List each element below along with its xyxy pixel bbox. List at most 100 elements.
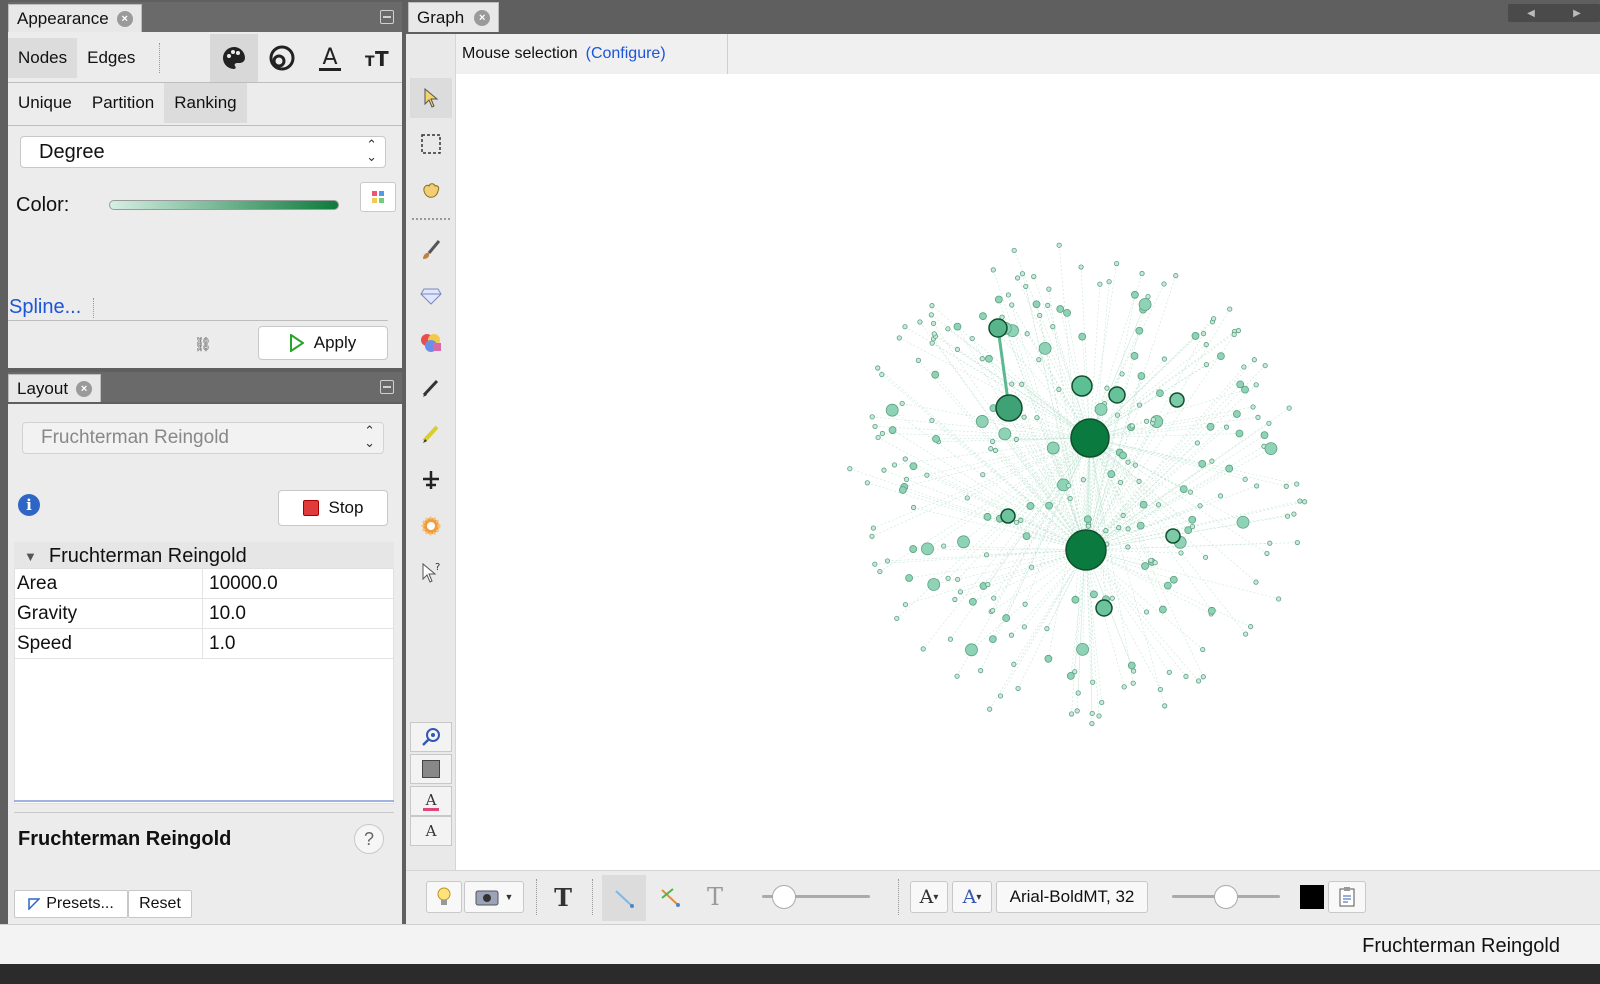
- graph-node[interactable]: [921, 542, 934, 556]
- graph-node[interactable]: [1157, 686, 1163, 693]
- graph-node[interactable]: [1067, 495, 1073, 502]
- node-labels-icon[interactable]: T: [548, 881, 578, 913]
- graph-node[interactable]: [1206, 422, 1215, 431]
- graph-node[interactable]: [983, 512, 992, 521]
- graph-node[interactable]: [1302, 499, 1308, 505]
- graph-node[interactable]: [1066, 483, 1072, 489]
- graph-node[interactable]: [985, 354, 993, 363]
- graph-node[interactable]: [1200, 331, 1207, 337]
- graph-hub-node[interactable]: [1108, 386, 1126, 404]
- tab-ranking[interactable]: Ranking: [164, 83, 247, 123]
- configure-link[interactable]: (Configure): [586, 45, 666, 62]
- graph-node[interactable]: [1217, 493, 1224, 499]
- graph-node[interactable]: [1116, 525, 1122, 531]
- graph-node[interactable]: [1232, 410, 1241, 418]
- graph-node[interactable]: [1223, 424, 1230, 430]
- graph-node[interactable]: [1294, 481, 1300, 487]
- property-value[interactable]: 10000.0: [203, 569, 278, 598]
- graph-node[interactable]: [898, 486, 907, 494]
- graph-node[interactable]: [1038, 342, 1052, 355]
- graph-hub-node[interactable]: [1070, 418, 1110, 458]
- graph-node[interactable]: [1130, 680, 1136, 686]
- graph-node[interactable]: [1264, 550, 1270, 557]
- graph-node[interactable]: [1248, 624, 1254, 630]
- apply-button[interactable]: Apply: [258, 326, 388, 360]
- palette-icon[interactable]: [210, 34, 258, 82]
- ranking-attribute-select[interactable]: Degree ⌃ ⌄: [20, 136, 386, 168]
- graph-canvas[interactable]: [456, 74, 1600, 870]
- graph-node[interactable]: [879, 430, 885, 437]
- tab-nodes[interactable]: Nodes: [8, 38, 78, 78]
- tab-edges[interactable]: Edges: [77, 38, 145, 78]
- graph-node[interactable]: [941, 543, 947, 549]
- graph-node[interactable]: [985, 581, 991, 588]
- graph-node[interactable]: [1005, 292, 1011, 298]
- graph-node[interactable]: [1286, 405, 1292, 411]
- graph-node[interactable]: [988, 446, 994, 452]
- graph-node[interactable]: [1029, 564, 1035, 570]
- graph-node[interactable]: [1127, 661, 1136, 670]
- graph-node[interactable]: [1236, 380, 1245, 389]
- graph-node[interactable]: [1022, 532, 1031, 540]
- graph-node[interactable]: [1106, 279, 1112, 285]
- graph-node[interactable]: [1114, 412, 1121, 418]
- graph-node[interactable]: [872, 423, 878, 430]
- graph-node[interactable]: [964, 495, 970, 501]
- graph-node[interactable]: [902, 324, 908, 330]
- graph-node[interactable]: [1045, 302, 1051, 308]
- graph-node[interactable]: [1080, 477, 1086, 483]
- layout-algorithm-select[interactable]: Fruchterman Reingold ⌃ ⌄: [22, 422, 384, 454]
- graph-node[interactable]: [1044, 654, 1053, 663]
- graph-node[interactable]: [1078, 332, 1087, 341]
- graph-node[interactable]: [888, 426, 897, 434]
- graph-node[interactable]: [1253, 382, 1259, 388]
- lightbulb-icon[interactable]: [426, 881, 462, 913]
- graph-node[interactable]: [864, 480, 870, 486]
- graph-node[interactable]: [1024, 331, 1030, 337]
- graph-node[interactable]: [1197, 503, 1203, 509]
- shortest-path-icon[interactable]: [410, 460, 452, 500]
- graph-node[interactable]: [1166, 669, 1172, 675]
- graph-node[interactable]: [1158, 605, 1167, 614]
- graph-node[interactable]: [1130, 352, 1139, 360]
- tab-partition[interactable]: Partition: [82, 83, 164, 123]
- graph-node[interactable]: [1251, 357, 1257, 363]
- graph-node[interactable]: [931, 331, 937, 337]
- graph-node[interactable]: [1211, 316, 1217, 322]
- rectangle-select-icon[interactable]: [410, 124, 452, 164]
- graph-node[interactable]: [1120, 512, 1126, 519]
- graph-hub-node[interactable]: [995, 394, 1023, 422]
- graph-node[interactable]: [1009, 302, 1015, 308]
- graph-node[interactable]: [1137, 372, 1146, 380]
- edge-scale-slider[interactable]: [762, 885, 870, 909]
- graph-node[interactable]: [1200, 646, 1206, 653]
- graph-node[interactable]: [847, 466, 853, 472]
- graph-node[interactable]: [954, 673, 960, 679]
- graph-node[interactable]: [1227, 306, 1233, 312]
- font-selector[interactable]: Arial-BoldMT, 32: [996, 881, 1148, 913]
- graph-node[interactable]: [1203, 342, 1209, 348]
- graph-hub-node[interactable]: [1071, 375, 1093, 397]
- graph-node[interactable]: [1255, 414, 1261, 420]
- graph-node[interactable]: [1117, 479, 1124, 486]
- graph-node[interactable]: [1063, 308, 1071, 317]
- graph-node[interactable]: [957, 535, 970, 549]
- color-painter-icon[interactable]: [410, 322, 452, 362]
- graph-node[interactable]: [1056, 386, 1062, 393]
- graph-node[interactable]: [988, 635, 997, 644]
- graph-node[interactable]: [1141, 562, 1149, 570]
- graph-node[interactable]: [998, 427, 1012, 441]
- graph-node[interactable]: [980, 472, 986, 478]
- graph-node[interactable]: [1011, 661, 1017, 667]
- graph-node[interactable]: [1143, 418, 1150, 424]
- graph-node[interactable]: [952, 596, 958, 603]
- label-font-icon[interactable]: A: [410, 816, 452, 846]
- graph-node[interactable]: [1242, 476, 1248, 482]
- graph-node[interactable]: [1075, 690, 1081, 696]
- zoom-center-icon[interactable]: [410, 722, 452, 752]
- graph-node[interactable]: [1169, 575, 1178, 584]
- spline-link[interactable]: Spline...: [9, 296, 81, 319]
- graph-node[interactable]: [902, 601, 909, 608]
- graph-node[interactable]: [1074, 708, 1080, 714]
- graph-node[interactable]: [1155, 502, 1162, 508]
